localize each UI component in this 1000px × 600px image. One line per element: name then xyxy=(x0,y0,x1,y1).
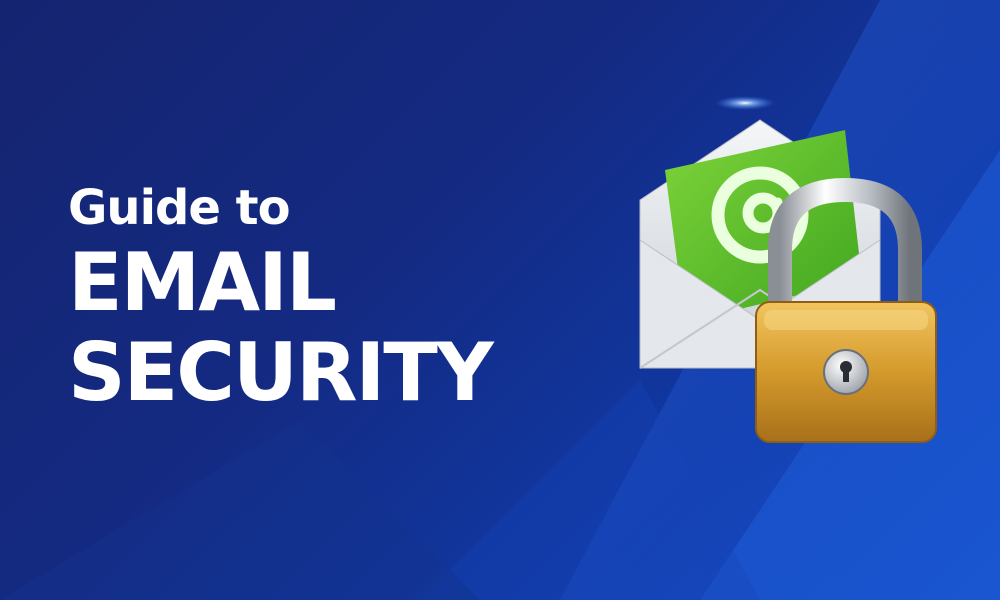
email-lock-illustration xyxy=(639,119,937,443)
keyhole-icon xyxy=(823,349,869,395)
title-line-security: SECURITY xyxy=(68,326,494,419)
title-line-email: EMAIL xyxy=(68,236,337,329)
hero-banner: Guide to EMAIL SECURITY xyxy=(0,0,1000,600)
title-line-guide-to: Guide to xyxy=(68,180,291,236)
banner-title: Guide to EMAIL SECURITY xyxy=(68,178,494,419)
